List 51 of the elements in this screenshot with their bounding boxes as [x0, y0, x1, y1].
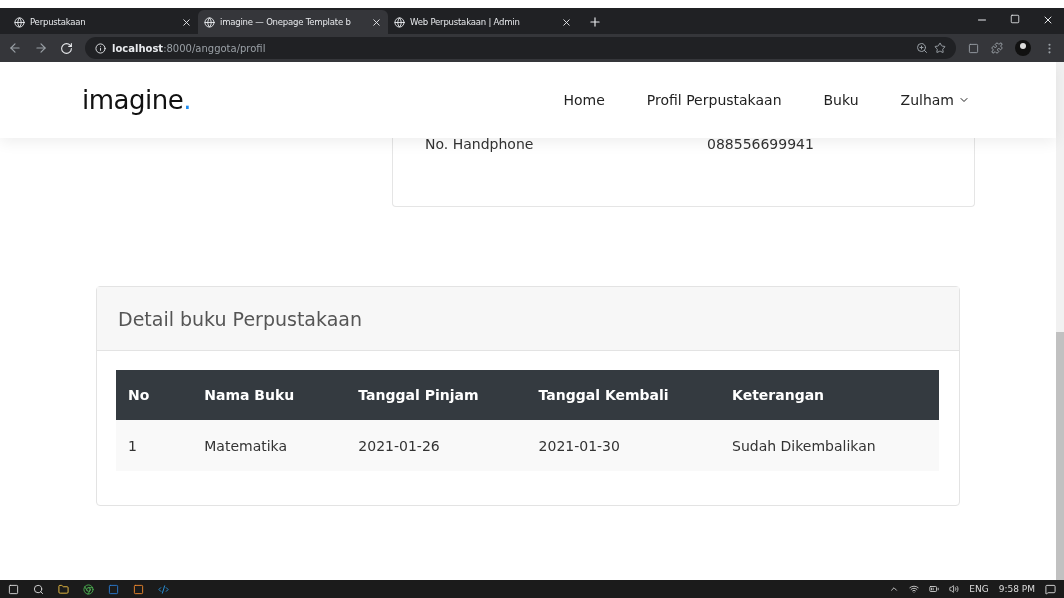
column-header: Keterangan: [720, 370, 939, 420]
browser-tab[interactable]: Perpustakaan: [8, 10, 198, 34]
browser-tab[interactable]: imagine — Onepage Template b: [198, 10, 388, 34]
column-header: Nama Buku: [192, 370, 347, 420]
code-editor-icon[interactable]: [158, 583, 169, 595]
globe-icon: [204, 16, 215, 28]
forward-icon[interactable]: [34, 41, 48, 55]
chevron-up-icon[interactable]: [889, 584, 900, 594]
back-icon[interactable]: [8, 41, 22, 55]
info-icon: [95, 42, 106, 54]
nav-link[interactable]: Zulham: [900, 92, 970, 108]
extensions-icon[interactable]: [991, 42, 1003, 54]
close-icon[interactable]: [371, 16, 382, 28]
scrollbar[interactable]: [1056, 62, 1064, 580]
column-header: No: [116, 370, 193, 420]
column-header: Tanggal Kembali: [526, 370, 721, 420]
table-cell: Matematika: [192, 420, 347, 471]
search-icon[interactable]: [33, 583, 44, 595]
zoom-icon[interactable]: [916, 42, 928, 54]
nav-link[interactable]: Home: [563, 92, 605, 108]
table-cell: Sudah Dikembalikan: [720, 420, 939, 471]
globe-icon: [394, 16, 405, 28]
folder-icon[interactable]: [58, 583, 69, 595]
field-value: 088556699941: [707, 136, 814, 152]
field-label: No. Handphone: [425, 136, 535, 152]
new-tab-icon[interactable]: [588, 15, 602, 29]
close-icon[interactable]: [181, 16, 192, 28]
wifi-icon[interactable]: [909, 584, 920, 594]
star-icon[interactable]: [934, 42, 946, 54]
table-cell: 2021-01-30: [526, 420, 721, 471]
table-cell: 2021-01-26: [346, 420, 527, 471]
table-cell: 1: [116, 420, 193, 471]
speaker-icon[interactable]: [949, 584, 960, 594]
notification-icon[interactable]: [1045, 583, 1056, 595]
language-indicator[interactable]: ENG: [969, 584, 989, 594]
avatar-icon[interactable]: [1015, 40, 1031, 56]
logo[interactable]: imagine.: [82, 85, 191, 115]
card-title: Detail buku Perpustakaan: [97, 287, 959, 351]
column-header: Tanggal Pinjam: [346, 370, 527, 420]
reload-icon[interactable]: [60, 41, 73, 55]
close-icon[interactable]: [561, 16, 572, 28]
close-icon[interactable]: [1042, 14, 1054, 26]
nav-link[interactable]: Buku: [823, 92, 859, 108]
battery-icon[interactable]: [929, 584, 940, 594]
browser-tab[interactable]: Web Perpustakaan | Admin: [388, 10, 578, 34]
globe-icon: [14, 16, 25, 28]
clock[interactable]: 9:58 PM: [998, 584, 1035, 594]
nav-link[interactable]: Profil Perpustakaan: [646, 92, 782, 108]
address-bar[interactable]: localhost:8000/anggota/profil: [85, 37, 956, 59]
browser-icon[interactable]: [83, 583, 94, 595]
restore-icon[interactable]: [1010, 14, 1020, 24]
